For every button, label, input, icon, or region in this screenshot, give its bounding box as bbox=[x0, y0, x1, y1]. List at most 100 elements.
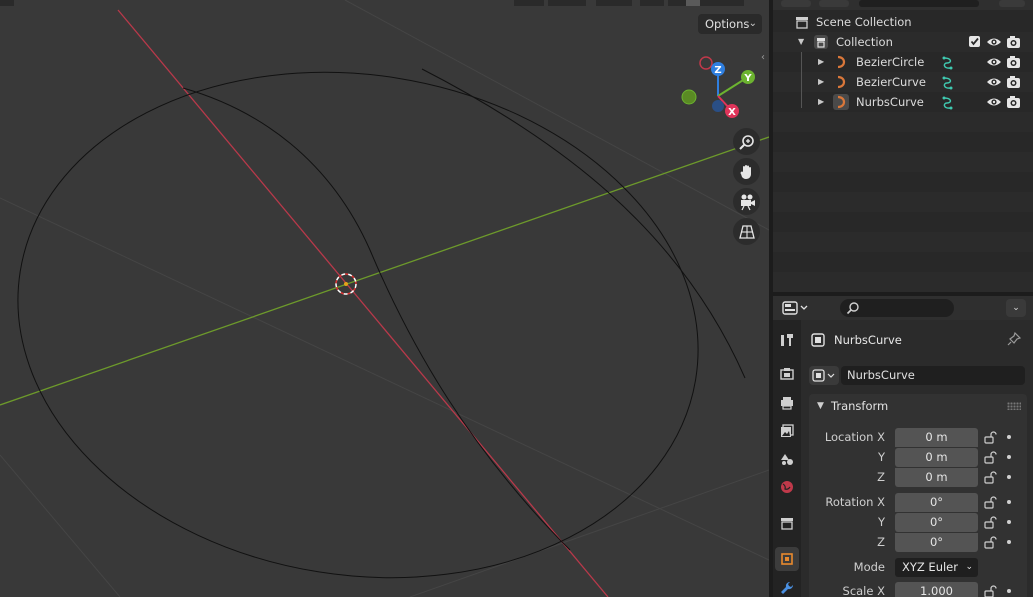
scale-x-field[interactable]: 1.000 bbox=[895, 582, 978, 597]
camera-render-icon[interactable] bbox=[1006, 95, 1022, 109]
rotation-x-label: Rotation X bbox=[825, 495, 885, 509]
object-name-row: NurbsCurve bbox=[809, 366, 1025, 385]
scale-x-row: Scale X 1.000 bbox=[809, 582, 1027, 597]
rotation-mode-select[interactable]: XYZ Euler ⌄ bbox=[895, 558, 978, 577]
tab-modifiers[interactable] bbox=[775, 576, 799, 597]
outliner-object-row-active[interactable]: ▶ NurbsCurve bbox=[773, 92, 1033, 112]
outliner-collection[interactable]: ▼ Collection bbox=[773, 32, 1033, 52]
checkbox-checked-icon[interactable] bbox=[968, 35, 982, 49]
unlock-icon[interactable] bbox=[983, 471, 997, 484]
eye-icon[interactable] bbox=[986, 95, 1002, 109]
eye-icon[interactable] bbox=[986, 35, 1002, 49]
curve-data-icon[interactable] bbox=[940, 55, 956, 71]
tab-render[interactable] bbox=[775, 362, 799, 386]
rotation-x-field[interactable]: 0° bbox=[895, 493, 978, 512]
outliner-object-row[interactable]: ▶ BezierCircle bbox=[773, 52, 1033, 72]
object-name-field[interactable]: NurbsCurve bbox=[841, 366, 1025, 385]
properties-tabs bbox=[773, 320, 801, 597]
wrench-icon bbox=[781, 581, 794, 594]
keyframe-dot-icon[interactable] bbox=[1007, 589, 1011, 593]
mode-label: Mode bbox=[853, 560, 885, 574]
tab-output[interactable] bbox=[775, 391, 799, 415]
pan-button[interactable] bbox=[733, 158, 760, 185]
perspective-toggle-button[interactable] bbox=[733, 218, 760, 245]
tab-scene[interactable] bbox=[775, 447, 799, 471]
navigation-gizmo[interactable]: Z Y X bbox=[675, 50, 765, 122]
location-z-field[interactable]: 0 m bbox=[895, 468, 978, 487]
unlock-icon[interactable] bbox=[983, 431, 997, 444]
unlock-icon[interactable] bbox=[983, 536, 997, 549]
curve-object-icon bbox=[837, 75, 846, 89]
location-y-field[interactable]: 0 m bbox=[895, 448, 978, 467]
unlock-icon[interactable] bbox=[983, 451, 997, 464]
grid-line bbox=[0, 197, 769, 561]
location-x-field[interactable]: 0 m bbox=[895, 428, 978, 447]
rotation-y-label: Y bbox=[877, 515, 885, 529]
search-icon bbox=[846, 302, 859, 315]
expand-triangle-icon[interactable]: ▶ bbox=[818, 72, 824, 92]
editor-type-button[interactable] bbox=[781, 299, 813, 317]
expand-triangle-icon[interactable]: ▶ bbox=[818, 92, 824, 112]
unlock-icon[interactable] bbox=[983, 585, 997, 597]
tab-collection[interactable] bbox=[775, 511, 799, 535]
expand-triangle-icon[interactable]: ▼ bbox=[798, 32, 804, 52]
eye-icon[interactable] bbox=[986, 75, 1002, 89]
unlock-icon[interactable] bbox=[983, 516, 997, 529]
location-z-label: Z bbox=[877, 470, 885, 484]
object-name-label: BezierCurve bbox=[856, 75, 926, 89]
curve-object-icon bbox=[833, 94, 849, 110]
object-data-browse-button[interactable] bbox=[809, 366, 839, 385]
3d-cursor[interactable] bbox=[335, 273, 357, 295]
keyframe-dot-icon[interactable] bbox=[1007, 500, 1011, 504]
curve-object-icon bbox=[837, 55, 846, 69]
location-x-label: Location X bbox=[824, 430, 885, 444]
properties-header: ⌄ bbox=[773, 296, 1033, 320]
object-name-label: NurbsCurve bbox=[856, 95, 924, 109]
chevron-down-icon: ⌄ bbox=[748, 18, 757, 29]
keyframe-dot-icon[interactable] bbox=[1007, 455, 1011, 459]
properties-search-input[interactable] bbox=[840, 299, 954, 317]
keyframe-dot-icon[interactable] bbox=[1007, 520, 1011, 524]
scale-x-label: Scale X bbox=[842, 584, 885, 597]
bezier-circle-curve[interactable] bbox=[0, 25, 735, 597]
neg-z-gizmo-handle[interactable] bbox=[712, 100, 724, 112]
drag-handle-icon[interactable] bbox=[1007, 402, 1021, 410]
options-dropdown[interactable]: Options ⌄ bbox=[698, 14, 762, 34]
camera-render-icon[interactable] bbox=[1006, 55, 1022, 69]
camera-render-icon[interactable] bbox=[1006, 75, 1022, 89]
eye-icon[interactable] bbox=[986, 55, 1002, 69]
3d-viewport[interactable]: Options ⌄ Z Y X ‹ bbox=[0, 0, 769, 597]
zoom-button[interactable] bbox=[733, 128, 760, 155]
keyframe-dot-icon[interactable] bbox=[1007, 435, 1011, 439]
tab-object[interactable] bbox=[775, 547, 799, 571]
neg-x-gizmo-handle[interactable] bbox=[699, 56, 713, 70]
object-title: NurbsCurve bbox=[834, 333, 902, 347]
rotation-x-row: Rotation X 0° bbox=[809, 493, 1027, 512]
neg-y-gizmo-handle[interactable] bbox=[681, 89, 697, 105]
scene-collection-label: Scene Collection bbox=[816, 15, 912, 29]
camera-view-button[interactable] bbox=[733, 188, 760, 215]
tab-view-layer[interactable] bbox=[775, 419, 799, 443]
properties-editor: ⌄ NurbsCurve NurbsCurve ▼ Transform Loca… bbox=[773, 296, 1033, 597]
expand-triangle-icon[interactable]: ▶ bbox=[818, 52, 824, 72]
camera-render-icon[interactable] bbox=[1006, 35, 1022, 49]
rotation-y-field[interactable]: 0° bbox=[895, 513, 978, 532]
rotation-z-field[interactable]: 0° bbox=[895, 533, 978, 552]
tab-tool[interactable] bbox=[775, 328, 799, 352]
keyframe-dot-icon[interactable] bbox=[1007, 540, 1011, 544]
curve-data-icon[interactable] bbox=[940, 75, 956, 91]
transform-panel-header[interactable]: ▼ Transform bbox=[809, 396, 1027, 416]
curve-data-icon[interactable] bbox=[940, 95, 956, 111]
keyframe-dot-icon[interactable] bbox=[1007, 475, 1011, 479]
sidebar-toggle-icon[interactable]: ‹ bbox=[761, 52, 765, 63]
scene-icon bbox=[781, 454, 793, 465]
outliner-scene-collection[interactable]: Scene Collection bbox=[773, 12, 1033, 32]
unlock-icon[interactable] bbox=[983, 496, 997, 509]
outliner-object-row[interactable]: ▶ BezierCurve bbox=[773, 72, 1033, 92]
outliner-header bbox=[773, 0, 1033, 10]
tab-world[interactable] bbox=[775, 475, 799, 499]
pin-icon[interactable] bbox=[1007, 332, 1021, 348]
grid-line bbox=[409, 469, 769, 597]
location-y-label: Y bbox=[877, 450, 885, 464]
header-options-dropdown[interactable]: ⌄ bbox=[1006, 299, 1026, 317]
